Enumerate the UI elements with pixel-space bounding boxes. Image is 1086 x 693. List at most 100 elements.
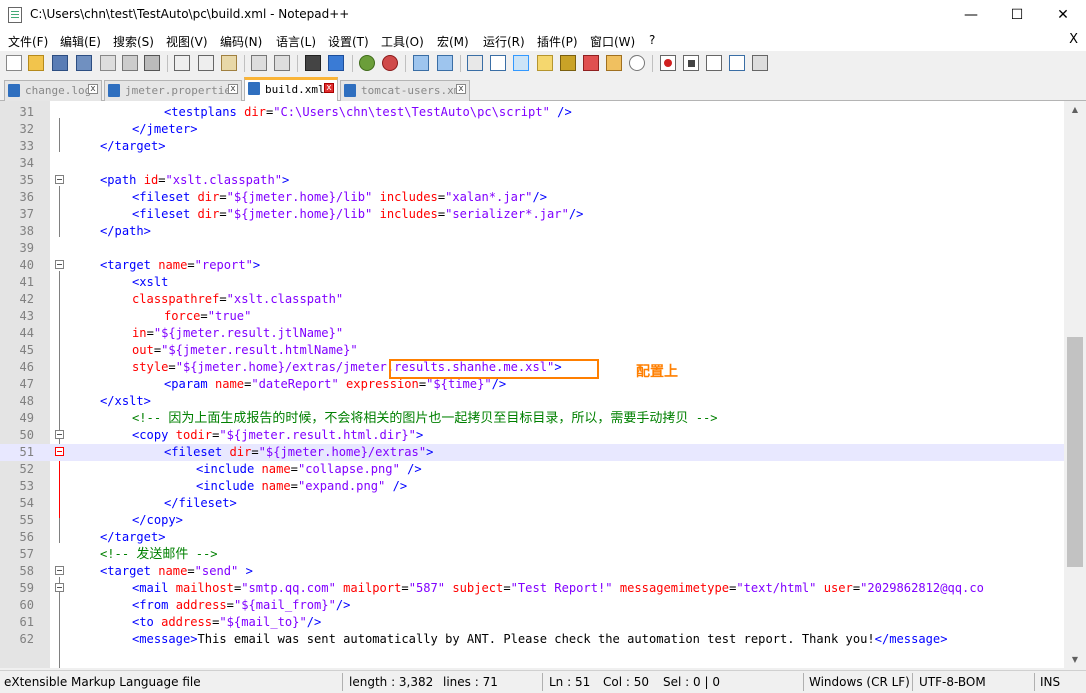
replace-icon[interactable] (328, 55, 344, 71)
code-line: 31 <testplans dir="C:\Users\chn\test\Tes… (0, 104, 1064, 121)
copy-icon[interactable] (198, 55, 214, 71)
toolbar (0, 51, 1086, 76)
menu-plugins[interactable]: 插件(P) (537, 33, 578, 50)
menu-language[interactable]: 语言(L) (276, 33, 316, 50)
doc-map-icon[interactable] (560, 55, 576, 71)
status-length: length : 3,382 (349, 675, 434, 689)
close-document-button[interactable]: X (1069, 32, 1078, 47)
menu-settings[interactable]: 设置(T) (328, 33, 369, 50)
zoom-out-icon[interactable] (382, 55, 398, 71)
toolbar-separator (652, 55, 653, 72)
close-all-icon[interactable] (122, 55, 138, 71)
line-number: 33 (19, 139, 34, 153)
monitoring-icon[interactable] (629, 55, 645, 71)
fold-toggle-icon[interactable] (55, 447, 64, 456)
tab-jmeter-properties[interactable]: jmeter.properties x (104, 80, 242, 101)
user-language-icon[interactable] (537, 55, 553, 71)
folder-workspace-icon[interactable] (606, 55, 622, 71)
save-macro-icon[interactable] (752, 55, 768, 71)
line-number: 47 (19, 377, 34, 391)
toolbar-separator (460, 55, 461, 72)
toolbar-separator (405, 55, 406, 72)
tab-close-icon[interactable]: x (324, 83, 334, 93)
minimize-button[interactable]: — (948, 0, 994, 30)
menu-edit[interactable]: 编辑(E) (60, 33, 101, 50)
stop-macro-icon[interactable] (683, 55, 699, 71)
sync-vertical-icon[interactable] (413, 55, 429, 71)
vertical-scrollbar[interactable]: ▲ ▼ (1064, 101, 1086, 668)
function-list-icon[interactable] (583, 55, 599, 71)
menu-help[interactable]: ? (649, 33, 655, 47)
line-number: 58 (19, 564, 34, 578)
show-all-characters-icon[interactable] (490, 55, 506, 71)
status-separator (542, 673, 543, 691)
tab-label: change.log (25, 84, 92, 97)
tab-label: tomcat-users.xml (361, 84, 467, 97)
status-separator (342, 673, 343, 691)
scroll-thumb[interactable] (1067, 337, 1083, 567)
notepad-icon (8, 7, 22, 23)
scroll-down-icon[interactable]: ▼ (1064, 651, 1086, 668)
tab-close-icon[interactable]: x (456, 84, 466, 94)
zoom-in-icon[interactable] (359, 55, 375, 71)
save-all-icon[interactable] (76, 55, 92, 71)
maximize-button[interactable]: ☐ (994, 0, 1040, 30)
close-button[interactable]: ✕ (1040, 0, 1086, 30)
menu-encoding[interactable]: 编码(N) (220, 33, 262, 50)
status-separator (912, 673, 913, 691)
redo-icon[interactable] (274, 55, 290, 71)
fold-toggle-icon[interactable] (55, 430, 64, 439)
sync-horizontal-icon[interactable] (437, 55, 453, 71)
menu-view[interactable]: 视图(V) (166, 33, 208, 50)
fold-toggle-icon[interactable] (55, 566, 64, 575)
line-number: 57 (19, 547, 34, 561)
run-macro-multiple-icon[interactable] (729, 55, 745, 71)
close-file-icon[interactable] (100, 55, 116, 71)
code-line: 33 </target> (0, 138, 1064, 155)
menu-window[interactable]: 窗口(W) (590, 33, 635, 50)
fold-toggle-icon[interactable] (55, 260, 64, 269)
code-line: 40 <target name="report"> (0, 257, 1064, 274)
menu-run[interactable]: 运行(R) (483, 33, 525, 50)
print-icon[interactable] (144, 55, 160, 71)
toolbar-separator (244, 55, 245, 72)
cut-icon[interactable] (174, 55, 190, 71)
tab-close-icon[interactable]: x (88, 84, 98, 94)
menu-tools[interactable]: 工具(O) (381, 33, 424, 50)
save-icon[interactable] (52, 55, 68, 71)
menu-search[interactable]: 搜索(S) (113, 33, 154, 50)
word-wrap-icon[interactable] (467, 55, 483, 71)
status-col: Col : 50 (603, 675, 649, 689)
fold-toggle-icon[interactable] (55, 175, 64, 184)
line-number: 39 (19, 241, 34, 255)
scroll-up-icon[interactable]: ▲ (1064, 101, 1086, 118)
record-macro-icon[interactable] (660, 55, 676, 71)
line-number: 53 (19, 479, 34, 493)
line-number: 62 (19, 632, 34, 646)
line-number: 40 (19, 258, 34, 272)
code-line: 32 </jmeter> (0, 121, 1064, 138)
code-line: 58 <target name="send" > (0, 563, 1064, 580)
tab-change-log[interactable]: change.log x (4, 80, 102, 101)
play-macro-icon[interactable] (706, 55, 722, 71)
new-file-icon[interactable] (6, 55, 22, 71)
status-bar: eXtensible Markup Language file length :… (0, 670, 1086, 693)
line-number: 41 (19, 275, 34, 289)
code-line: 52 <include name="collapse.png" /> (0, 461, 1064, 478)
menu-file[interactable]: 文件(F) (8, 33, 48, 50)
tab-build-xml[interactable]: build.xml x (244, 77, 338, 101)
editor-area[interactable]: 31 <testplans dir="C:\Users\chn\test\Tes… (0, 101, 1086, 668)
status-lines: lines : 71 (443, 675, 498, 689)
indent-guide-icon[interactable] (513, 55, 529, 71)
tab-close-icon[interactable]: x (228, 84, 238, 94)
fold-toggle-icon[interactable] (55, 583, 64, 592)
line-number: 38 (19, 224, 34, 238)
open-file-icon[interactable] (28, 55, 44, 71)
menu-macro[interactable]: 宏(M) (437, 33, 469, 50)
find-icon[interactable] (305, 55, 321, 71)
undo-icon[interactable] (251, 55, 267, 71)
tab-tomcat-users-xml[interactable]: tomcat-users.xml x (340, 80, 470, 101)
paste-icon[interactable] (221, 55, 237, 71)
line-number: 34 (19, 156, 34, 170)
code-line: 50 <copy todir="${jmeter.result.html.dir… (0, 427, 1064, 444)
